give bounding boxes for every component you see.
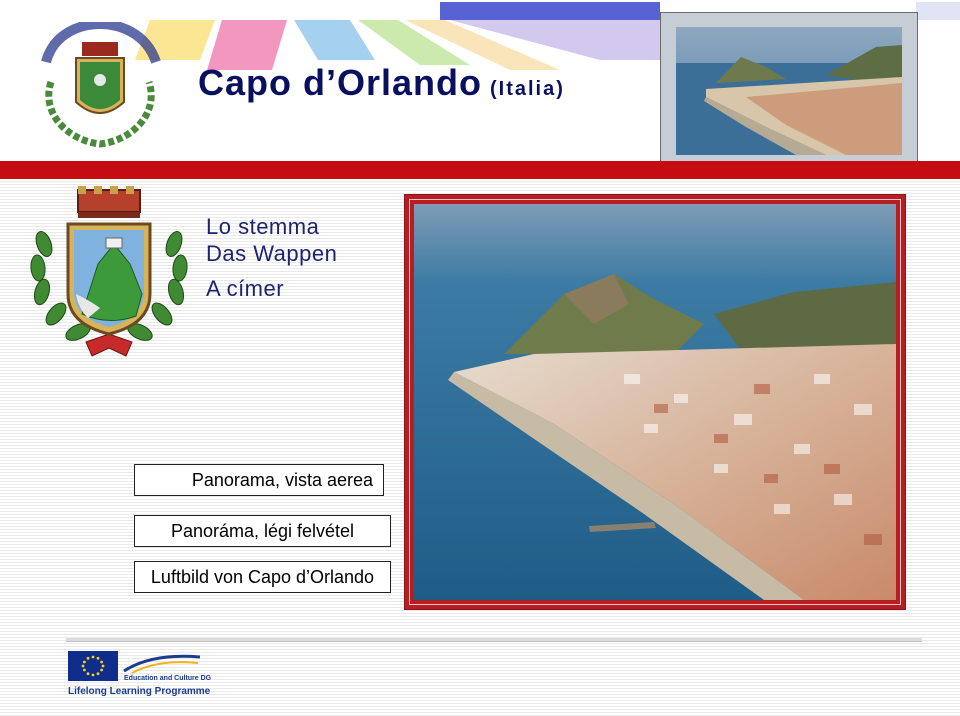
- aerial-photo-frame: [404, 194, 906, 610]
- coat-of-arms-labels: Lo stemma Das Wappen A címer: [206, 214, 337, 303]
- header-aerial-photo: [676, 27, 902, 155]
- label-german: Das Wappen: [206, 241, 338, 266]
- programme-label: Lifelong Learning Programme: [68, 686, 211, 697]
- caption-hungarian: Panoráma, légi felvétel: [134, 515, 391, 547]
- label-hungarian: A címer: [206, 276, 285, 301]
- header-coat-of-arms-icon: [41, 22, 161, 148]
- lifelong-learning-swoosh-icon: [123, 654, 201, 674]
- title-main: Capo d’Orlando: [198, 62, 482, 103]
- header: Capo d’Orlando (Italia): [0, 0, 960, 180]
- page-title: Capo d’Orlando (Italia): [198, 62, 565, 104]
- aerial-panorama-photo: [414, 204, 896, 600]
- header-red-bar: [0, 161, 960, 179]
- coat-of-arms-icon: [30, 186, 188, 357]
- eu-dg-label: Education and Culture DG: [124, 675, 212, 682]
- title-country: (Italia): [490, 78, 565, 100]
- footer-divider: [66, 638, 922, 642]
- slide: Capo d’Orlando (Italia) Lo stemma Das Wa…: [0, 0, 960, 716]
- caption-italian: Panorama, vista aerea: [134, 464, 384, 496]
- caption-german: Luftbild von Capo d’Orlando: [134, 561, 391, 593]
- header-photo-frame: [660, 12, 918, 164]
- label-italian: Lo stemma: [206, 214, 320, 239]
- eu-flag-icon: [68, 651, 118, 681]
